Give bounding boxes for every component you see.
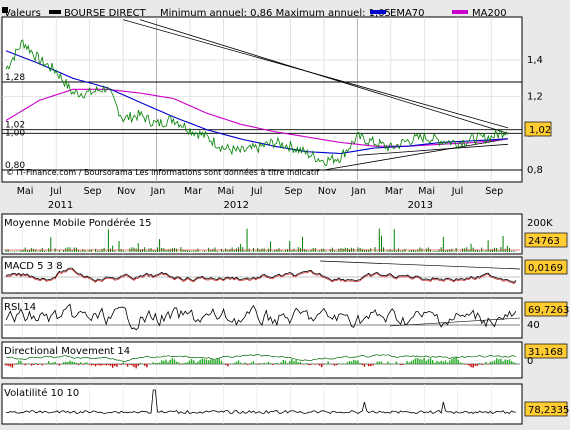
panel-title: Moyenne Mobile Pondérée 15: [4, 217, 152, 229]
last-value: 1,02: [529, 125, 551, 136]
panel-value: 24763: [528, 236, 560, 247]
panel-axis-label: 200K: [527, 218, 553, 229]
x-month-label: Jul: [49, 186, 61, 197]
panel-value: 0,0169: [528, 263, 563, 274]
x-month-label: Mai: [218, 186, 235, 197]
panel-vol: Volatilité 10 10 78,2335: [1, 383, 569, 425]
min-max-text: Minimum annuel: 0,86 Maximum annuel: 1,0…: [160, 8, 391, 19]
x-year-label: 2012: [224, 200, 249, 211]
x-month-label: Nov: [117, 186, 136, 197]
panel-macd: MACD 5 3 8 0,0169: [1, 256, 568, 294]
panel-title: Volatilité 10 10: [4, 387, 79, 399]
panel-value: 69,7263: [528, 305, 569, 316]
y-tick-label: 1,4: [527, 55, 543, 66]
x-month-label: Mai: [418, 186, 435, 197]
legend-label: Valeurs: [4, 8, 41, 19]
panel-volume: Moyenne Mobile Pondérée 15 24763 200K: [1, 213, 568, 255]
y-tick-label: 1,2: [527, 92, 543, 103]
x-month-label: Jul: [250, 186, 262, 197]
y-tick-label: 0,8: [527, 165, 543, 176]
x-month-label: Jan: [150, 186, 166, 197]
x-month-label: Mar: [385, 186, 403, 197]
panel-dm: Directional Movement 14 31,1680: [1, 341, 568, 379]
x-month-label: Sep: [84, 186, 102, 197]
series-name: BOURSE DIRECT: [64, 8, 147, 19]
panel-axis-label: 40: [527, 320, 540, 331]
series-swatch: [49, 10, 61, 14]
ma-swatch: [452, 10, 468, 14]
ema-swatch: [370, 10, 386, 14]
x-year-label: 2011: [48, 200, 73, 211]
ema-label: EMA70: [390, 8, 425, 19]
x-month-label: Jul: [451, 186, 463, 197]
level-annotation: 1,00: [5, 128, 25, 138]
x-month-label: Mai: [17, 186, 34, 197]
copyright-text: © IT-Finance.com / Boursorama Les inform…: [6, 167, 319, 177]
x-month-label: Jan: [350, 186, 366, 197]
stock-chart: 1,41,210,8 1,281,021,000,80 Valeurs BOUR…: [1, 7, 569, 425]
x-month-label: Sep: [284, 186, 302, 197]
x-month-label: Nov: [318, 186, 337, 197]
panel-title: Directional Movement 14: [4, 346, 130, 357]
ma-label: MA200: [472, 8, 507, 19]
panel-title: MACD 5 3 8: [4, 261, 63, 272]
level-annotation: 1,28: [5, 73, 25, 83]
x-month-label: Sep: [485, 186, 503, 197]
x-year-label: 2013: [408, 200, 433, 211]
panel-rsi: RSI 14 69,726340: [1, 297, 569, 339]
panel-axis-label: 0: [527, 356, 533, 367]
main-panel: [1, 16, 523, 183]
x-month-label: Mar: [184, 186, 202, 197]
panel-frame: [1, 297, 523, 339]
panel-value: 78,2335: [528, 405, 569, 416]
